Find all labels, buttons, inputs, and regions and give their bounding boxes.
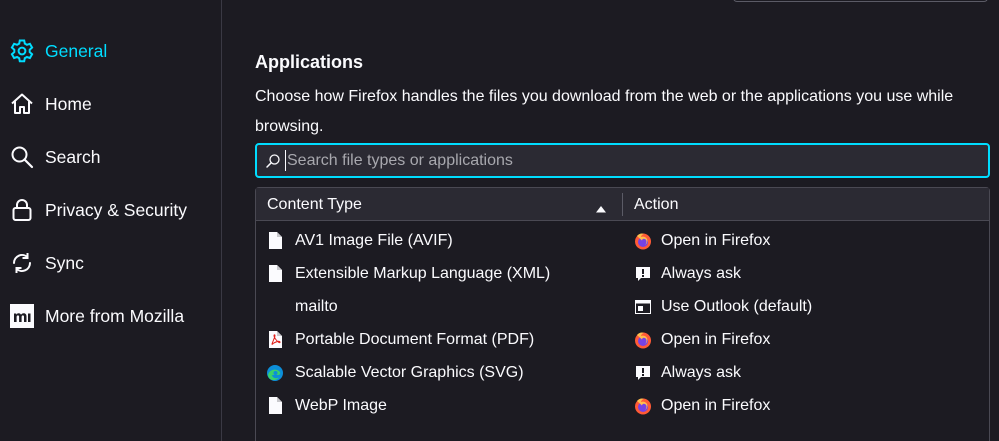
blank-icon [266,298,284,316]
top-search-field-edge[interactable] [733,0,988,2]
sidebar-item-label: Privacy & Security [45,199,187,220]
sidebar-item-label: Sync [45,252,84,273]
table-row[interactable]: Extensible Markup Language (XML) Always … [256,257,989,290]
action-label: Open in Firefox [661,330,771,348]
sidebar: General Home Search Privacy & Security S… [0,0,222,441]
content-type-label: Portable Document Format (PDF) [295,330,535,348]
application-search-box[interactable] [255,143,990,178]
table-row[interactable]: mailto Use Outlook (default) [256,290,989,323]
search-icon [8,143,36,171]
column-divider[interactable] [622,193,623,216]
column-header-content-type[interactable]: Content Type [267,188,622,221]
sidebar-item-label: Search [45,146,101,167]
column-header-action[interactable]: Action [634,188,678,221]
outlook-icon [634,298,652,316]
sidebar-item-sync[interactable]: Sync [8,245,213,281]
firefox-icon [634,232,652,250]
table-row[interactable]: WebP Image Open in Firefox [256,389,989,422]
edge-icon [266,364,284,382]
table-row[interactable]: AV1 Image File (AVIF) Open in Firefox [256,224,989,257]
mozilla-icon [8,302,36,330]
home-icon [8,90,36,118]
sidebar-item-label: More from Mozilla [45,305,185,326]
firefox-settings-page: General Home Search Privacy & Security S… [0,0,999,441]
file-icon [266,232,284,250]
firefox-icon [634,331,652,349]
pdf-icon [266,331,284,349]
firefox-icon [634,397,652,415]
search-icon [265,152,283,170]
lock-icon [8,196,36,224]
action-label: Always ask [661,264,742,282]
action-label: Open in Firefox [661,396,771,414]
action-label: Open in Firefox [661,231,771,249]
content-type-label: mailto [295,297,338,315]
sidebar-item-home[interactable]: Home [8,86,213,122]
action-label: Always ask [661,363,742,381]
table-row[interactable]: Scalable Vector Graphics (SVG) Always as… [256,356,989,389]
gear-icon [8,37,36,65]
sidebar-item-label: Home [45,93,92,114]
sync-icon [8,249,36,277]
sidebar-item-privacy[interactable]: Privacy & Security [8,192,213,228]
file-icon [266,397,284,415]
sidebar-item-mozilla[interactable]: More from Mozilla [8,298,213,334]
content-type-label: Scalable Vector Graphics (SVG) [295,363,524,381]
action-label: Use Outlook (default) [661,297,813,315]
ask-icon [634,364,652,382]
search-input[interactable] [287,145,988,176]
sort-ascending-icon [596,200,606,218]
content-type-label: AV1 Image File (AVIF) [295,231,453,249]
ask-icon [634,265,652,283]
section-description: Choose how Firefox handles the files you… [255,88,954,135]
sidebar-item-label: General [45,40,108,61]
table-header: Content Type Action [256,188,989,221]
content-type-label: Extensible Markup Language (XML) [295,264,551,282]
table-row[interactable]: Portable Document Format (PDF) Open in F… [256,323,989,356]
sidebar-item-search[interactable]: Search [8,139,213,175]
sidebar-item-general[interactable]: General [8,33,213,69]
text-caret [285,150,286,171]
file-icon [266,265,284,283]
section-title: Applications [255,52,364,72]
content-type-label: WebP Image [295,396,387,414]
applications-table: Content Type Action AV1 Image File (AVIF… [255,187,990,441]
